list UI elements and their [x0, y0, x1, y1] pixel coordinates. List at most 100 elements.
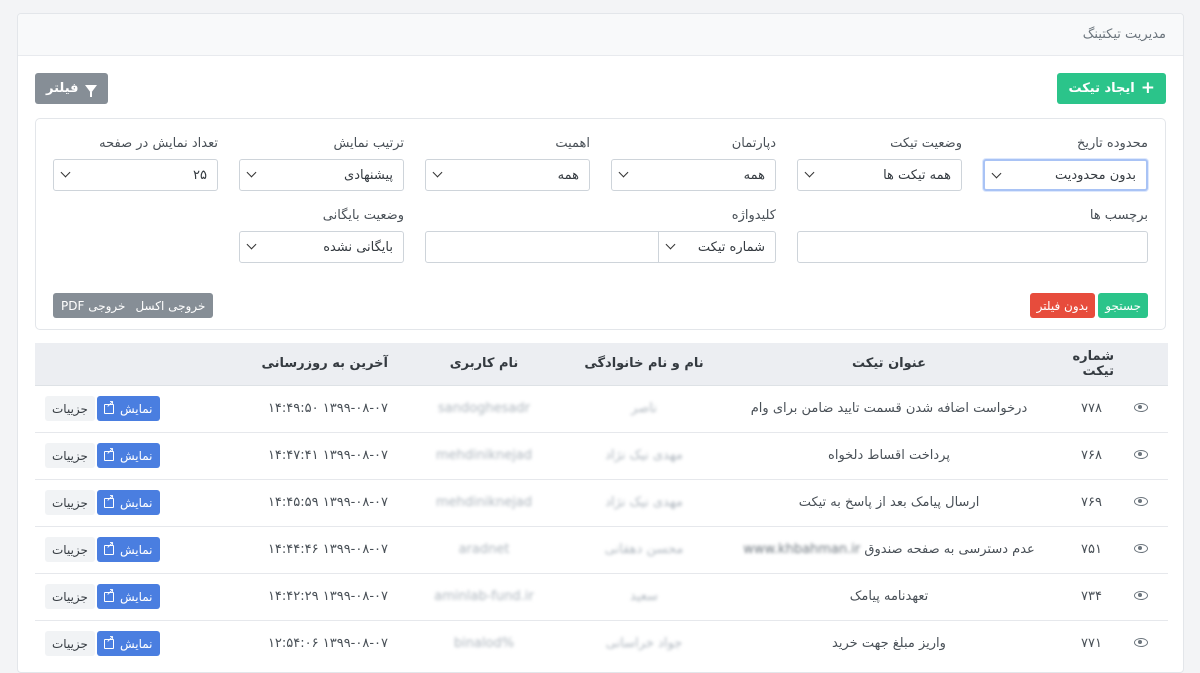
- clear-filter-button[interactable]: بدون فیلتر: [1029, 293, 1096, 318]
- col-fullname: نام و نام خانوادگی: [564, 343, 724, 386]
- show-button[interactable]: نمایش: [96, 631, 160, 657]
- archive-field: وضعیت بایگانی بایگانی نشده: [239, 208, 404, 263]
- status-select[interactable]: همه تیکت ها: [797, 159, 962, 191]
- archive-select[interactable]: بایگانی نشده: [239, 231, 404, 263]
- create-ticket-button[interactable]: + ایجاد تیکت: [1057, 73, 1166, 104]
- eye-icon[interactable]: [1134, 544, 1148, 553]
- keyword-type-select[interactable]: شماره تیکت: [659, 231, 776, 263]
- col-actions: [35, 343, 204, 386]
- username: aradnet: [404, 525, 564, 573]
- user-fullname: مهدی نیک نژاد: [564, 478, 724, 526]
- last-updated: ۱۳۹۹-۰۸-۰۷ ۱۴:۴۵:۵۹: [204, 478, 404, 526]
- show-button[interactable]: نمایش: [96, 537, 160, 562]
- show-button[interactable]: نمایش: [96, 443, 160, 468]
- ticket-title: ارسال پیامک بعد از پاسخ به تیکت: [798, 495, 980, 510]
- ticket-title-cell: ارسال پیامک بعد از پاسخ به تیکت: [724, 478, 1054, 526]
- department-select[interactable]: همه: [611, 159, 776, 191]
- last-updated: ۱۳۹۹-۰۸-۰۷ ۱۴:۴۷:۴۱: [204, 431, 404, 479]
- chevron-down-icon: [246, 167, 257, 178]
- details-button[interactable]: جزییات: [45, 584, 95, 609]
- show-button[interactable]: نمایش: [96, 584, 160, 609]
- details-button[interactable]: جزییات: [45, 537, 95, 562]
- ticket-title: عدم دسترسی به صفحه صندوق: [864, 542, 1035, 557]
- col-username: نام کاربری: [404, 343, 564, 386]
- ticket-title-cell: تعهدنامه پیامک: [724, 572, 1054, 620]
- funnel-icon: [84, 84, 97, 97]
- keyword-input[interactable]: [425, 231, 659, 263]
- external-link-icon: [103, 446, 114, 461]
- ticket-title-extra: www.khbahman.ir: [743, 542, 861, 557]
- keyword-field: کلیدواژه شماره تیکت: [425, 208, 776, 263]
- username: aminlab-fund.ir: [404, 572, 564, 620]
- user-fullname: محسن دهقانی: [564, 525, 724, 573]
- username: mehdiniknejad: [404, 478, 564, 526]
- ticket-title-cell: درخواست اضافه شدن قسمت تایید ضامن برای و…: [724, 384, 1054, 432]
- filter-panel: محدوده تاریخ بدون محدودیت وضعیت تیکت همه…: [35, 118, 1166, 330]
- export-pdf-button[interactable]: خروجی PDF: [61, 299, 125, 313]
- last-updated: ۱۳۹۹-۰۸-۰۷ ۱۴:۴۲:۲۹: [204, 572, 404, 620]
- eye-icon[interactable]: [1134, 403, 1148, 412]
- search-button[interactable]: جستجو: [1098, 293, 1148, 318]
- filter-toggle-button[interactable]: فیلتر: [35, 73, 108, 104]
- actions-cell: نمایش جزییات: [35, 525, 204, 573]
- table-row: ۷۵۱ عدم دسترسی به صفحه صندوق www.khbahma…: [35, 525, 1168, 573]
- tags-input[interactable]: [797, 231, 1148, 263]
- col-updated: آخرین به روزرسانی: [204, 343, 404, 386]
- date-range-select[interactable]: بدون محدودیت: [983, 159, 1148, 191]
- show-button[interactable]: نمایش: [96, 490, 160, 515]
- table-row: ۷۷۸ درخواست اضافه شدن قسمت تایید ضامن بر…: [35, 384, 1168, 432]
- ticket-number: ۷۳۴: [1054, 572, 1114, 620]
- user-fullname: ناصر: [564, 384, 724, 432]
- chevron-down-icon: [804, 167, 815, 178]
- sort-select[interactable]: پیشنهادی: [239, 159, 404, 191]
- table-row: ۷۳۴ تعهدنامه پیامک سعید aminlab-fund.ir …: [35, 572, 1168, 620]
- chevron-down-icon: [432, 167, 443, 178]
- ticket-number: ۷۷۸: [1054, 384, 1114, 432]
- plus-icon: +: [1140, 78, 1155, 98]
- eye-icon[interactable]: [1134, 591, 1148, 600]
- details-button[interactable]: جزییات: [45, 443, 95, 468]
- status-field: وضعیت تیکت همه تیکت ها: [797, 136, 962, 191]
- eye-icon[interactable]: [1134, 638, 1148, 648]
- view-cell: [1114, 431, 1168, 479]
- ticket-title: درخواست اضافه شدن قسمت تایید ضامن برای و…: [750, 401, 1028, 416]
- details-button[interactable]: جزییات: [45, 396, 95, 421]
- eye-icon[interactable]: [1134, 497, 1148, 506]
- chevron-down-icon: [618, 167, 629, 178]
- username: sandoghesadr: [404, 384, 564, 432]
- ticket-title: تعهدنامه پیامک: [849, 589, 929, 604]
- eye-icon[interactable]: [1134, 450, 1148, 459]
- external-link-icon: [103, 493, 114, 508]
- external-link-icon: [103, 587, 114, 602]
- last-updated: ۱۳۹۹-۰۸-۰۷ ۱۴:۴۴:۴۶: [204, 525, 404, 573]
- table-header-row: شماره تیکت عنوان تیکت نام و نام خانوادگی…: [35, 343, 1168, 386]
- ticketing-card: مدیریت تیکتینگ + ایجاد تیکت فیلتر محدوده…: [17, 13, 1184, 673]
- col-ticket-number: شماره تیکت: [1054, 343, 1114, 386]
- external-link-icon: [103, 540, 114, 555]
- chevron-down-icon: [665, 239, 676, 250]
- page-size-select[interactable]: ۲۵: [53, 159, 218, 191]
- show-button[interactable]: نمایش: [96, 396, 160, 421]
- chevron-down-icon: [60, 167, 71, 178]
- view-cell: [1114, 525, 1168, 573]
- export-excel-button[interactable]: خروجی اکسل: [135, 299, 205, 313]
- last-updated: ۱۳۹۹-۰۸-۰۷ ۱۴:۴۹:۵۰: [204, 384, 404, 432]
- card-header: مدیریت تیکتینگ: [18, 14, 1183, 56]
- tags-field: برچسب ها: [797, 208, 1148, 263]
- priority-select[interactable]: همه: [425, 159, 590, 191]
- user-fullname: سعید: [564, 572, 724, 620]
- view-cell: [1114, 384, 1168, 432]
- ticket-number: ۷۶۸: [1054, 431, 1114, 479]
- user-fullname: مهدی نیک نژاد: [564, 431, 724, 479]
- ticket-title: پرداخت اقساط دلخواه: [828, 448, 950, 463]
- details-button[interactable]: جزییات: [45, 631, 95, 657]
- ticket-title-cell: عدم دسترسی به صفحه صندوق www.khbahman.ir: [724, 525, 1054, 573]
- ticket-title-cell: پرداخت اقساط دلخواه: [724, 431, 1054, 479]
- details-button[interactable]: جزییات: [45, 490, 95, 515]
- col-title: عنوان تیکت: [724, 343, 1054, 386]
- date-range-field: محدوده تاریخ بدون محدودیت: [983, 136, 1148, 191]
- page-title: مدیریت تیکتینگ: [1082, 27, 1166, 42]
- priority-field: اهمیت همه: [425, 136, 590, 191]
- chevron-down-icon: [246, 239, 257, 250]
- col-view: [1114, 343, 1168, 386]
